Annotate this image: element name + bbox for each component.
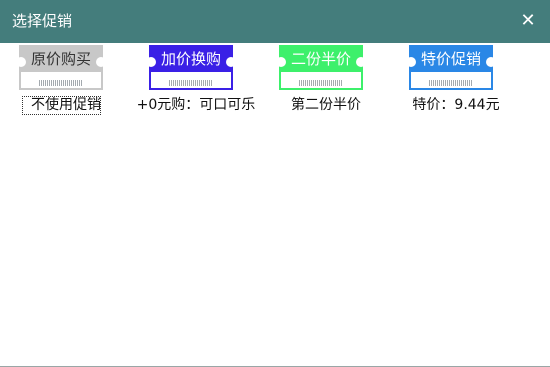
barcode-icon [429,80,473,86]
coupon-badge: 二份半价 [281,47,361,72]
coupon-badge: 原价购买 [21,47,101,72]
ticket-notch-right [356,57,366,67]
barcode-icon [169,80,213,86]
coupon-caption[interactable]: 第二份半价 [256,95,396,115]
ticket-notch-right [226,57,236,67]
coupon-add-purchase[interactable]: 加价换购 +0元购：可口可乐 [126,43,266,123]
coupon-special-price[interactable]: 特价促销 特价：9.44元 [386,43,526,123]
titlebar: 选择促销 ✕ [0,0,550,43]
ticket-notch-left [276,57,286,67]
ticket-notch-right [486,57,496,67]
coupon-second-half-price[interactable]: 二份半价 第二份半价 [256,43,396,123]
coupon-ticket[interactable]: 二份半价 [276,45,366,90]
barcode-icon [39,80,83,86]
coupon-badge: 加价换购 [151,47,231,72]
coupon-caption[interactable]: 特价：9.44元 [386,95,526,115]
coupon-ticket[interactable]: 原价购买 [16,45,106,90]
close-icon[interactable]: ✕ [518,9,538,33]
coupon-ticket[interactable]: 特价促销 [406,45,496,90]
ticket-notch-left [146,57,156,67]
ticket-notch-right [96,57,106,67]
coupon-ticket[interactable]: 加价换购 [146,45,236,90]
ticket-notch-left [406,57,416,67]
barcode-icon [299,80,343,86]
coupon-badge: 特价促销 [411,47,491,72]
window-title: 选择促销 [12,12,73,30]
ticket-notch-left [16,57,26,67]
coupon-original-price[interactable]: 原价购买 不使用促销 [0,43,136,123]
coupon-caption[interactable]: +0元购：可口可乐 [126,95,266,115]
coupon-list: 原价购买 不使用促销 加价换购 +0元购：可口可乐 二份半价 第二份半价 特价促… [0,43,550,123]
selection-focus-rect [22,96,101,115]
